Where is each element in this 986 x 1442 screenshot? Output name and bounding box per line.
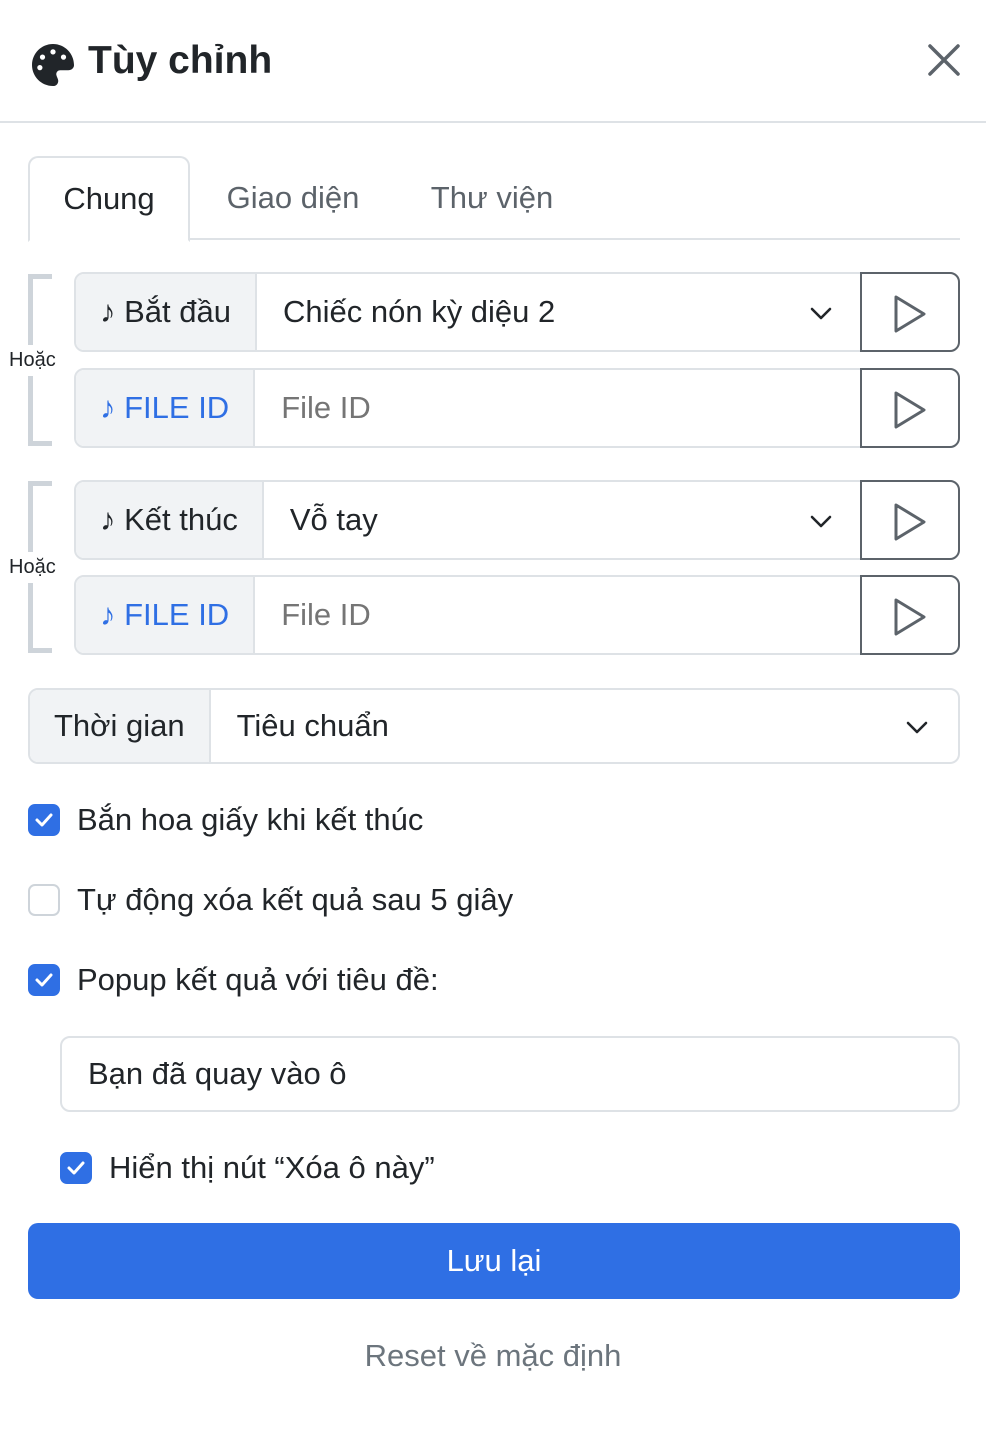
confetti-option[interactable]: Bắn hoa giấy khi kết thúc [28,800,423,840]
chevron-down-icon [810,515,832,528]
or-label: Hoặc [9,345,56,376]
time-value: Tiêu chuẩn [236,708,389,743]
time-select[interactable]: Tiêu chuẩn [211,690,958,762]
time-group: Thời gian Tiêu chuẩn [28,688,960,764]
start-file-id-group: ♪ FILE ID [74,368,960,448]
auto-delete-option[interactable]: Tự động xóa kết quả sau 5 giây [28,880,513,920]
check-icon [67,1161,85,1175]
start-file-id-label: ♪ FILE ID [76,370,256,446]
play-icon [894,391,926,429]
confetti-label: Bắn hoa giấy khi kết thúc [77,802,424,837]
start-file-id-input[interactable] [255,370,860,446]
auto-delete-label: Tự động xóa kết quả sau 5 giây [77,882,514,917]
chevron-down-icon [810,307,832,320]
auto-delete-checkbox[interactable] [28,884,60,916]
tab-giao-dien[interactable]: Giao diện [208,156,378,240]
chevron-down-icon [906,721,928,734]
play-icon [894,598,926,636]
check-icon [35,973,53,987]
play-icon [894,503,926,541]
close-icon[interactable] [920,36,968,84]
show-delete-option[interactable]: Hiển thị nút “Xóa ô này” [60,1148,435,1188]
save-button[interactable]: Lưu lại [28,1223,960,1299]
start-sound-group: ♪ Bắt đầu Chiếc nón kỳ diệu 2 [74,272,960,352]
play-icon [894,295,926,333]
reset-defaults-link[interactable]: Reset về mặc định [0,1336,986,1376]
time-label: Thời gian [30,690,211,762]
popup-title-input[interactable] [60,1036,960,1112]
palette-icon [32,44,74,86]
popup-option[interactable]: Popup kết quả với tiêu đề: [28,960,439,1000]
tab-chung[interactable]: Chung [28,156,190,242]
show-delete-label: Hiển thị nút “Xóa ô này” [109,1150,435,1185]
popup-checkbox[interactable] [28,964,60,996]
confetti-checkbox[interactable] [28,804,60,836]
modal-header: Tùy chỉnh [0,0,986,123]
start-sound-label: ♪ Bắt đầu [76,274,257,350]
end-file-id-label: ♪ FILE ID [76,577,256,653]
play-start-file-button[interactable] [860,368,960,448]
check-icon [35,813,53,827]
start-sound-select[interactable]: Chiếc nón kỳ diệu 2 [257,274,860,350]
end-file-id-group: ♪ FILE ID [74,575,960,655]
end-sound-group: ♪ Kết thúc Vỗ tay [74,480,960,560]
tab-bar: Chung Giao diện Thư viện [28,156,960,242]
play-end-button[interactable] [860,480,960,560]
end-sound-value: Vỗ tay [289,502,378,537]
end-sound-label: ♪ Kết thúc [76,482,264,558]
end-sound-select[interactable]: Vỗ tay [264,482,860,558]
end-file-id-input[interactable] [255,577,860,653]
play-end-file-button[interactable] [860,575,960,655]
modal-title: Tùy chỉnh [88,39,273,82]
popup-label: Popup kết quả với tiêu đề: [77,962,439,997]
or-label: Hoặc [9,552,56,583]
show-delete-checkbox[interactable] [60,1152,92,1184]
tab-thu-vien[interactable]: Thư viện [412,156,572,240]
start-sound-value: Chiếc nón kỳ diệu 2 [282,294,556,329]
play-start-button[interactable] [860,272,960,352]
